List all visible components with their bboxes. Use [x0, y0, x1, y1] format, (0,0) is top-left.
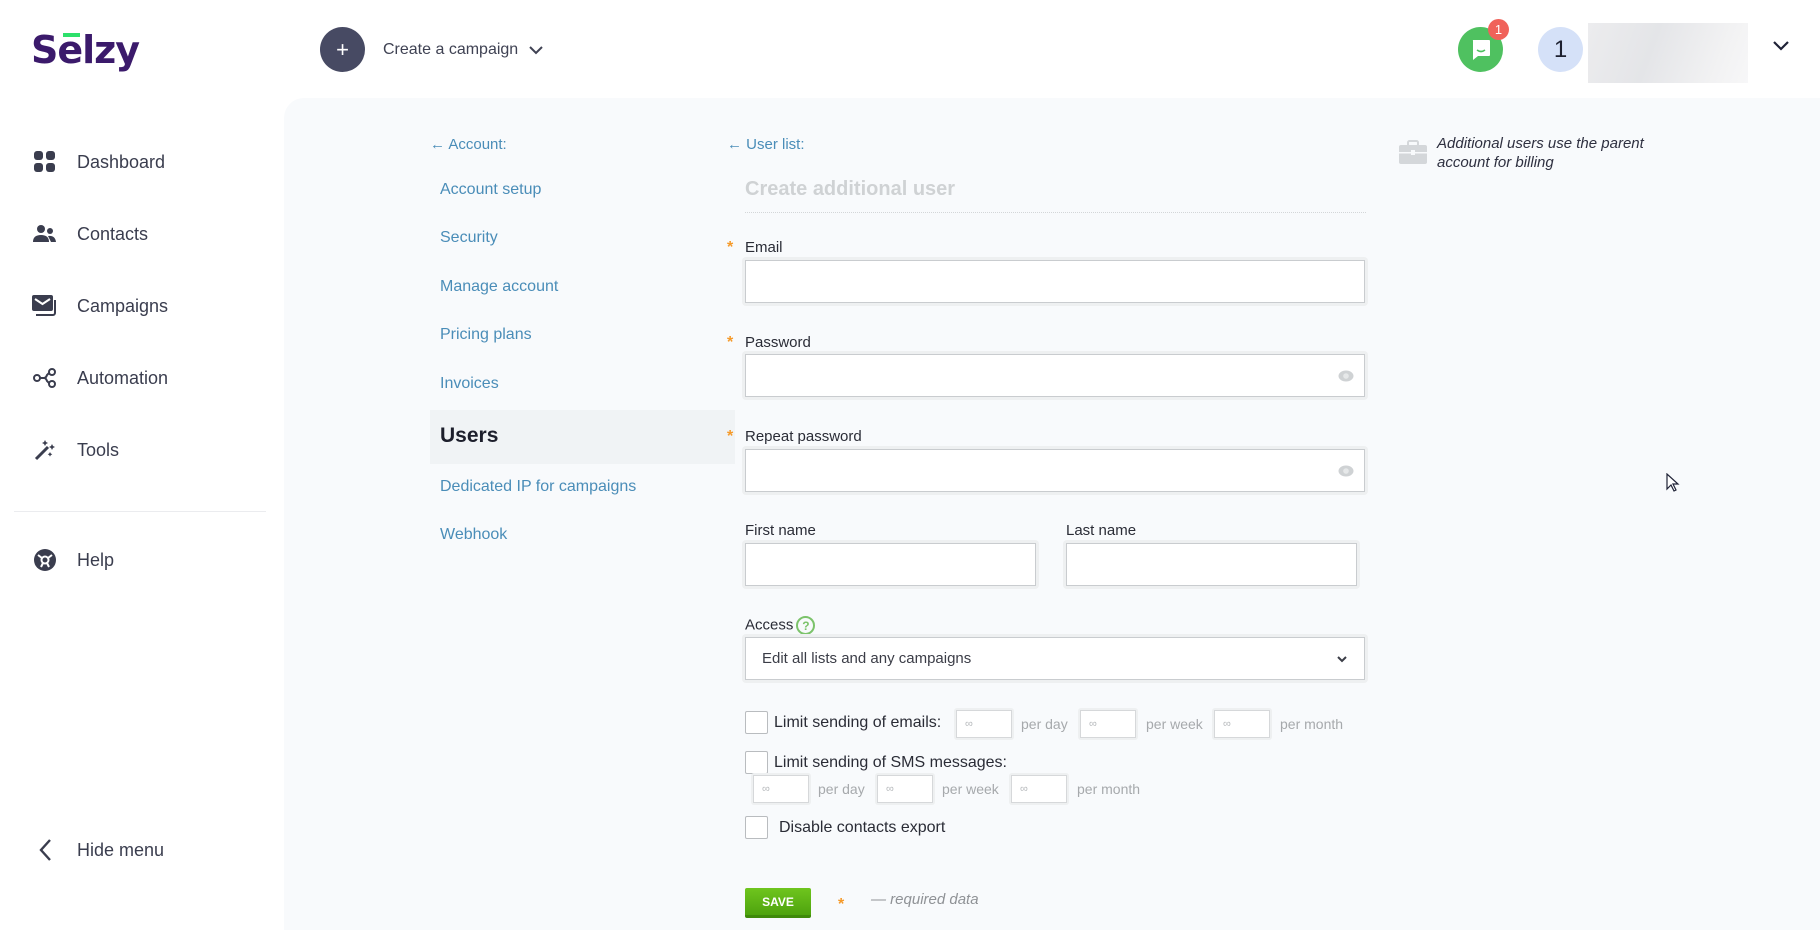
sms-limit-day-wrap	[751, 773, 811, 805]
billing-note: Additional users use the parent account …	[1437, 135, 1644, 171]
last-name-field[interactable]	[1066, 543, 1357, 586]
logo-accent-bar	[63, 33, 80, 37]
access-select-wrap: Edit all lists and any campaigns	[742, 634, 1368, 683]
user-name-redacted[interactable]	[1588, 23, 1748, 83]
plus-icon: +	[320, 27, 365, 72]
email-limit-week-wrap	[1078, 708, 1138, 740]
email-field[interactable]	[745, 260, 1365, 303]
subnav-manage-account[interactable]: Manage account	[440, 278, 558, 296]
sms-limit-week-wrap	[875, 773, 935, 805]
sidebar-item-automation[interactable]: Automation	[32, 362, 168, 394]
required-asterisk-icon: *	[838, 896, 845, 913]
required-asterisk-icon: *	[727, 334, 734, 351]
chevron-down-icon	[529, 45, 543, 54]
subnav-account-setup[interactable]: Account setup	[440, 181, 541, 199]
first-name-field-wrap	[742, 540, 1039, 589]
mouse-cursor-icon	[1666, 473, 1680, 492]
arrow-left-icon: ←	[727, 136, 742, 153]
per-day-label: per day	[818, 781, 865, 797]
user-list-back-link[interactable]: ← User list:	[727, 136, 805, 153]
main-panel	[284, 98, 1820, 930]
limit-sms-checkbox[interactable]	[745, 751, 768, 774]
access-help-icon[interactable]: ?	[796, 616, 816, 635]
show-password-eye-icon[interactable]	[1338, 370, 1354, 382]
chevron-left-icon	[32, 837, 58, 863]
subnav-users-active[interactable]: Users	[430, 410, 735, 464]
sms-limit-per-week-input[interactable]	[877, 775, 933, 803]
last-name-field-wrap	[1063, 540, 1360, 589]
help-lifebuoy-icon	[32, 547, 58, 573]
hide-menu-button[interactable]: Hide menu	[32, 834, 164, 866]
email-limit-day-wrap	[954, 708, 1014, 740]
access-label: Access?	[745, 616, 816, 635]
limit-emails-checkbox[interactable]	[745, 711, 768, 734]
chevron-down-icon	[1337, 655, 1347, 662]
selzy-logo[interactable]: Selzy	[31, 28, 140, 72]
subnav-dedicated-ip[interactable]: Dedicated IP for campaigns	[440, 478, 636, 496]
per-week-label: per week	[942, 781, 999, 797]
account-back-link[interactable]: ← Account:	[430, 136, 507, 153]
automation-icon	[32, 365, 58, 391]
form-title: Create additional user	[745, 178, 956, 200]
save-button[interactable]: SAVE	[745, 888, 811, 918]
email-label: Email	[745, 239, 783, 256]
password-field[interactable]	[745, 354, 1365, 397]
required-asterisk-icon: *	[727, 428, 734, 445]
chat-icon	[1472, 39, 1490, 60]
arrow-left-icon: ←	[430, 136, 445, 153]
dashboard-icon	[32, 149, 58, 175]
limit-sms-label: Limit sending of SMS messages:	[774, 754, 1007, 771]
sms-limit-per-day-input[interactable]	[753, 775, 809, 803]
sms-limit-month-wrap	[1009, 773, 1069, 805]
per-day-label: per day	[1021, 716, 1068, 732]
show-password-eye-icon[interactable]	[1338, 465, 1354, 477]
sms-limit-per-month-input[interactable]	[1011, 775, 1067, 803]
disable-export-checkbox[interactable]	[745, 816, 768, 839]
sidebar-item-help[interactable]: Help	[32, 544, 114, 576]
limit-emails-label: Limit sending of emails:	[774, 714, 942, 731]
user-menu-chevron-icon[interactable]	[1772, 40, 1790, 52]
email-limit-per-day-input[interactable]	[956, 710, 1012, 738]
contacts-icon	[32, 221, 58, 247]
sidebar-item-tools[interactable]: Tools	[32, 434, 119, 466]
password-field-wrap	[742, 351, 1368, 400]
sidebar-item-campaigns[interactable]: Campaigns	[32, 290, 168, 322]
briefcase-icon	[1399, 140, 1427, 164]
first-name-label: First name	[745, 522, 816, 539]
disable-export-label: Disable contacts export	[779, 819, 946, 836]
last-name-label: Last name	[1066, 522, 1137, 539]
repeat-password-field[interactable]	[745, 449, 1365, 492]
sidebar-item-contacts[interactable]: Contacts	[32, 218, 148, 250]
subnav-webhook[interactable]: Webhook	[440, 526, 507, 544]
repeat-password-field-wrap	[742, 446, 1368, 495]
first-name-field[interactable]	[745, 543, 1036, 586]
email-limit-month-wrap	[1212, 708, 1272, 740]
per-month-label: per month	[1077, 781, 1141, 797]
sidebar-item-dashboard[interactable]: Dashboard	[32, 146, 165, 178]
sidebar-divider	[14, 511, 266, 512]
access-select[interactable]: Edit all lists and any campaigns	[745, 637, 1365, 680]
email-limit-per-month-input[interactable]	[1214, 710, 1270, 738]
avatar[interactable]: 1	[1538, 27, 1583, 72]
email-field-wrap	[742, 257, 1368, 306]
notification-badge: 1	[1488, 19, 1509, 40]
create-campaign-button[interactable]: + Create a campaign	[320, 27, 544, 72]
title-divider	[745, 212, 1366, 213]
subnav-security[interactable]: Security	[440, 229, 498, 247]
per-month-label: per month	[1280, 716, 1344, 732]
campaigns-icon	[32, 293, 58, 319]
subnav-pricing-plans[interactable]: Pricing plans	[440, 326, 532, 344]
create-campaign-label: Create a campaign	[383, 40, 519, 58]
per-week-label: per week	[1146, 716, 1203, 732]
required-data-note: — required data	[871, 891, 979, 908]
subnav-invoices[interactable]: Invoices	[440, 375, 499, 393]
required-asterisk-icon: *	[727, 239, 734, 256]
repeat-password-label: Repeat password	[745, 428, 862, 445]
tools-icon	[32, 437, 58, 463]
password-label: Password	[745, 334, 811, 351]
email-limit-per-week-input[interactable]	[1080, 710, 1136, 738]
